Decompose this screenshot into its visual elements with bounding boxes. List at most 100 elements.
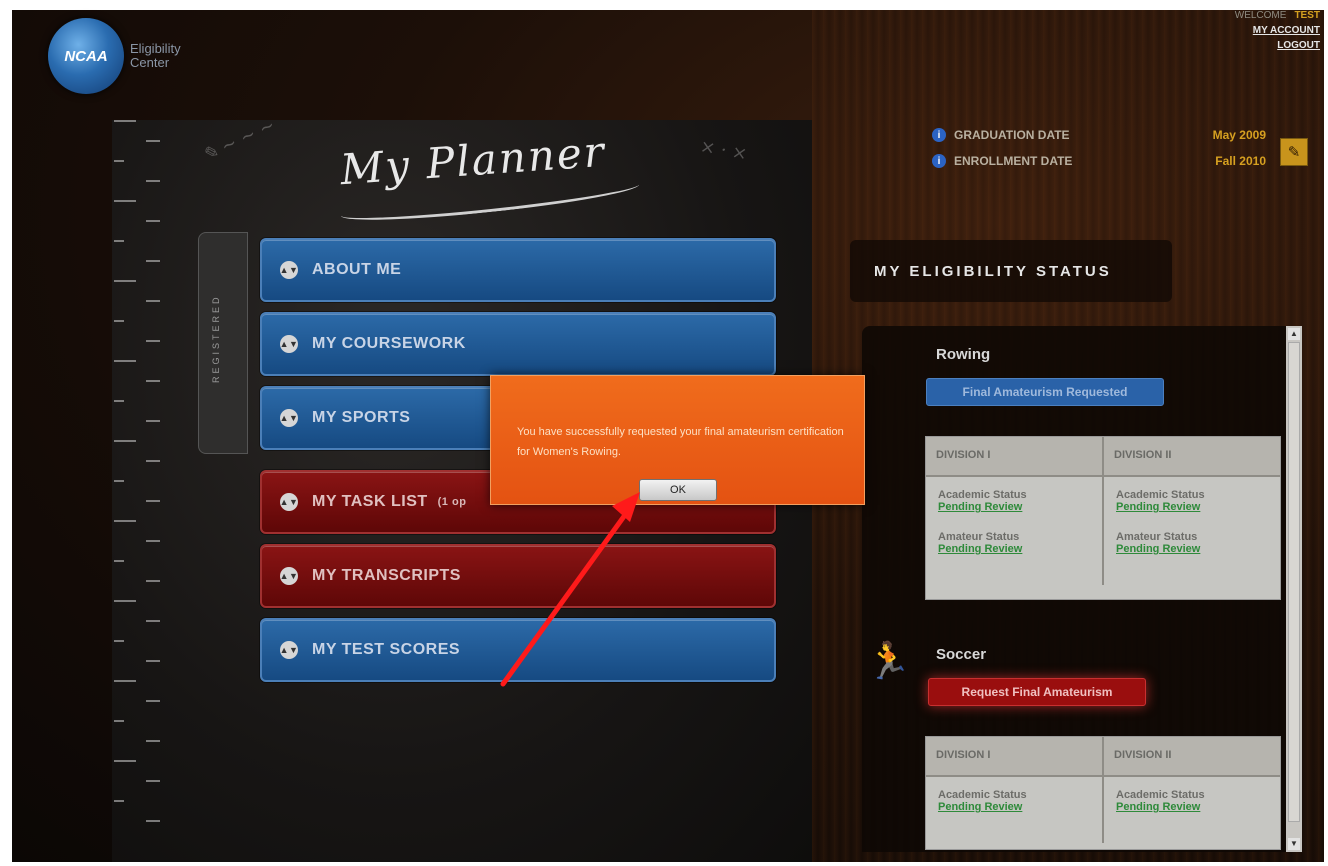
ruler-tick bbox=[114, 280, 136, 282]
ruler-tick bbox=[146, 500, 160, 502]
menu-label: ABOUT ME bbox=[312, 261, 402, 278]
amateur-status-link[interactable]: Pending Review bbox=[938, 543, 1090, 555]
logo-subtitle-line2: Center bbox=[130, 55, 170, 70]
amateur-status-link[interactable]: Pending Review bbox=[1116, 543, 1268, 555]
graduation-date-value: May 2009 bbox=[1212, 128, 1266, 142]
ruler-tick bbox=[146, 220, 160, 222]
logo-subtitle-line1: Eligibility bbox=[130, 41, 181, 56]
rowing-division-table: DIVISION I DIVISION II Academic Status P… bbox=[925, 436, 1281, 600]
logo-subtitle: Eligibility Center bbox=[130, 42, 181, 70]
request-final-amateurism-button[interactable]: Request Final Amateurism bbox=[928, 678, 1146, 706]
ruler-tick bbox=[114, 560, 124, 562]
username: TEST bbox=[1294, 10, 1320, 21]
division-header-row: DIVISION I DIVISION II bbox=[926, 737, 1280, 777]
ruler-tick bbox=[114, 400, 124, 402]
updown-arrow-icon: ▲▼ bbox=[280, 335, 298, 353]
division-1-cell: Academic Status Pending Review Amateur S… bbox=[926, 477, 1104, 585]
division-2-header: DIVISION II bbox=[1114, 449, 1172, 461]
info-icon[interactable]: i bbox=[932, 154, 946, 168]
ruler-tick bbox=[146, 300, 160, 302]
user-box: WELCOME TEST MY ACCOUNT LOGOUT bbox=[1235, 8, 1320, 53]
ruler-tick bbox=[114, 320, 124, 322]
ok-button[interactable]: OK bbox=[639, 479, 717, 501]
ruler-tick bbox=[146, 180, 160, 182]
ruler-tick bbox=[146, 620, 160, 622]
menu-my-test-scores[interactable]: ▲▼ MY TEST SCORES bbox=[260, 618, 776, 682]
academic-status-link[interactable]: Pending Review bbox=[938, 801, 1090, 813]
menu-label: MY TRANSCRIPTS bbox=[312, 567, 461, 584]
enrollment-date-value: Fall 2010 bbox=[1215, 154, 1266, 168]
sport-name-rowing: Rowing bbox=[936, 346, 991, 363]
final-amateurism-requested-button[interactable]: Final Amateurism Requested bbox=[926, 378, 1164, 406]
ruler-tick bbox=[114, 120, 136, 122]
ruler-tick bbox=[146, 660, 160, 662]
ruler-tick bbox=[146, 380, 160, 382]
ruler-tick bbox=[114, 200, 136, 202]
menu-label: MY SPORTS bbox=[312, 409, 411, 426]
dialog-message: You have successfully requested your fin… bbox=[517, 426, 844, 458]
registered-tab[interactable]: REGISTERED bbox=[198, 232, 248, 454]
soccer-division-table: DIVISION I DIVISION II Academic Status P… bbox=[925, 736, 1281, 850]
academic-status-label: Academic Status bbox=[938, 489, 1027, 501]
edit-dates-button[interactable]: ✎ bbox=[1280, 138, 1308, 166]
ruler-tick bbox=[146, 820, 160, 822]
academic-status-label: Academic Status bbox=[1116, 789, 1205, 801]
ncaa-logo[interactable]: NCAA Eligibility Center bbox=[48, 18, 181, 94]
updown-arrow-icon: ▲▼ bbox=[280, 641, 298, 659]
menu-label: MY TEST SCORES bbox=[312, 641, 461, 658]
updown-arrow-icon: ▲▼ bbox=[280, 261, 298, 279]
runner-icon: 🏃 bbox=[866, 640, 911, 681]
menu-my-coursework[interactable]: ▲▼ MY COURSEWORK bbox=[260, 312, 776, 376]
info-icon[interactable]: i bbox=[932, 128, 946, 142]
amateur-status-label: Amateur Status bbox=[1116, 531, 1198, 543]
ruler-tick bbox=[146, 260, 160, 262]
ruler-tick bbox=[114, 520, 136, 522]
scroll-thumb[interactable] bbox=[1288, 342, 1300, 822]
menu-about-me[interactable]: ▲▼ ABOUT ME bbox=[260, 238, 776, 302]
academic-status-link[interactable]: Pending Review bbox=[1116, 801, 1268, 813]
menu-label: MY COURSEWORK bbox=[312, 335, 466, 352]
academic-status-label: Academic Status bbox=[1116, 489, 1205, 501]
division-2-header: DIVISION II bbox=[1114, 749, 1172, 761]
pencil-icon: ✎ bbox=[1287, 144, 1301, 161]
logo-emblem: NCAA bbox=[48, 18, 124, 94]
ruler-tick bbox=[146, 340, 160, 342]
ruler-tick bbox=[114, 480, 124, 482]
ruler-tick bbox=[146, 700, 160, 702]
menu-my-transcripts[interactable]: ▲▼ MY TRANSCRIPTS bbox=[260, 544, 776, 608]
ruler-tick bbox=[114, 720, 124, 722]
my-account-link[interactable]: MY ACCOUNT bbox=[1235, 23, 1320, 38]
updown-arrow-icon: ▲▼ bbox=[280, 493, 298, 511]
eligibility-status-header: MY ELIGIBILITY STATUS bbox=[850, 240, 1172, 302]
ruler-tick bbox=[114, 160, 124, 162]
ruler-tick bbox=[114, 800, 124, 802]
ruler-tick bbox=[114, 640, 124, 642]
division-body-row: Academic Status Pending Review Amateur S… bbox=[926, 477, 1280, 585]
ruler-tick bbox=[114, 360, 136, 362]
scroll-down-icon[interactable]: ▼ bbox=[1288, 838, 1300, 850]
welcome-text: WELCOME TEST bbox=[1235, 8, 1320, 23]
ruler-tick bbox=[114, 760, 136, 762]
academic-status-link[interactable]: Pending Review bbox=[938, 501, 1090, 513]
scroll-up-icon[interactable]: ▲ bbox=[1288, 328, 1300, 340]
ruler-tick bbox=[146, 740, 160, 742]
confirmation-dialog: You have successfully requested your fin… bbox=[490, 375, 865, 505]
registered-tab-label: REGISTERED bbox=[211, 294, 221, 383]
enrollment-date-label: ENROLLMENT DATE bbox=[954, 154, 1073, 168]
ruler-tick bbox=[114, 680, 136, 682]
ruler-tick bbox=[146, 580, 160, 582]
chalk-ruler-decoration bbox=[100, 120, 180, 840]
dates-panel: i GRADUATION DATE May 2009 i ENROLLMENT … bbox=[932, 122, 1308, 174]
scrollbar[interactable]: ▲ ▼ bbox=[1286, 326, 1302, 852]
sport-name-soccer: Soccer bbox=[936, 646, 987, 663]
division-2-cell: Academic Status Pending Review bbox=[1104, 777, 1280, 843]
academic-status-label: Academic Status bbox=[938, 789, 1027, 801]
updown-arrow-icon: ▲▼ bbox=[280, 409, 298, 427]
logout-link[interactable]: LOGOUT bbox=[1235, 38, 1320, 53]
welcome-label: WELCOME bbox=[1234, 10, 1287, 21]
academic-status-link[interactable]: Pending Review bbox=[1116, 501, 1268, 513]
enrollment-date-row: i ENROLLMENT DATE Fall 2010 bbox=[932, 148, 1304, 174]
division-header-row: DIVISION I DIVISION II bbox=[926, 437, 1280, 477]
ruler-tick bbox=[146, 140, 160, 142]
division-1-header: DIVISION I bbox=[926, 737, 1104, 775]
